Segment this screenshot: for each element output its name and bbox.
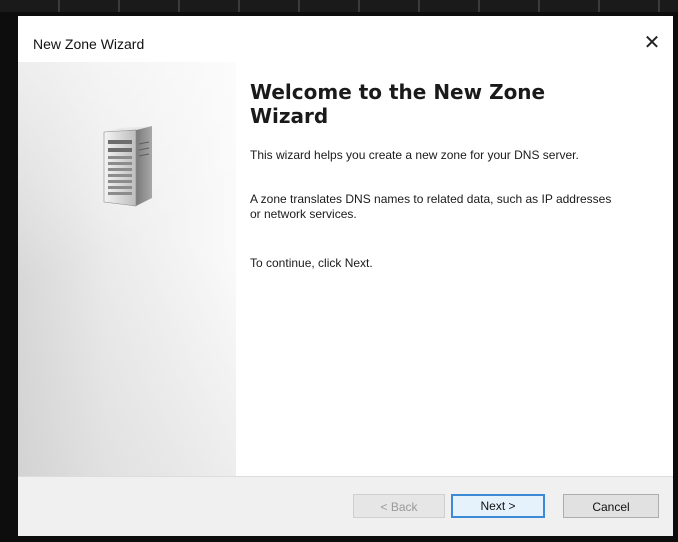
welcome-heading: Welcome to the New Zone Wizard <box>250 80 546 128</box>
side-panel <box>18 62 236 476</box>
window-title: New Zone Wizard <box>33 36 145 52</box>
back-button[interactable]: < Back <box>353 494 445 518</box>
wizard-content: Welcome to the New Zone Wizard This wiza… <box>18 62 673 476</box>
close-icon: ✕ <box>643 32 661 54</box>
zone-description: A zone translates DNS names to related d… <box>250 192 612 221</box>
intro-paragraph: This wizard helps you create a new zone … <box>250 148 579 162</box>
outer-frame: New Zone Wizard ✕ Welcome to the New Zon… <box>0 0 678 542</box>
close-button[interactable]: ✕ <box>633 28 671 58</box>
cancel-button[interactable]: Cancel <box>563 494 659 518</box>
title-bar: New Zone Wizard ✕ <box>18 16 673 62</box>
wizard-dialog: New Zone Wizard ✕ Welcome to the New Zon… <box>18 16 673 536</box>
background-strip <box>0 0 678 12</box>
continue-instruction: To continue, click Next. <box>250 256 373 270</box>
server-tower-icon <box>103 126 152 207</box>
button-bar: < Back Next > Cancel <box>18 476 673 536</box>
next-button[interactable]: Next > <box>451 494 545 518</box>
